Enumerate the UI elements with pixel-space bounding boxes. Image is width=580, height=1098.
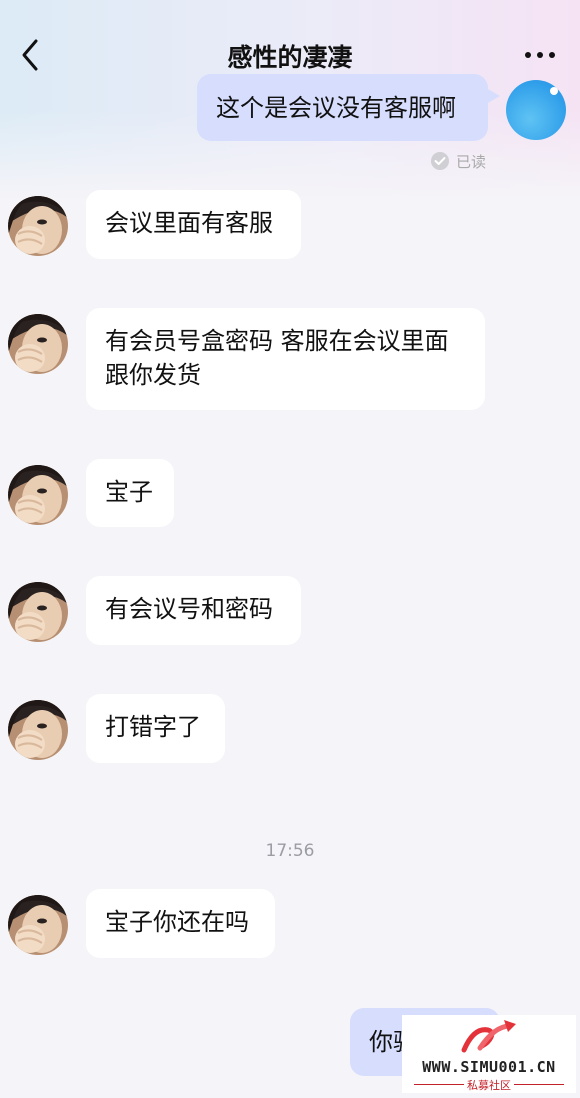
message-bubble-incoming[interactable]: 有会议号和密码	[86, 576, 301, 645]
more-icon[interactable]	[520, 40, 560, 70]
message-text: 宝子你还在吗	[105, 908, 249, 936]
message-bubble-incoming[interactable]: 有会员号盒密码 客服在会议里面 跟你发货	[86, 308, 485, 410]
avatar[interactable]	[8, 700, 68, 760]
message-text-line1: 有会员号盒密码 客服在会议里面	[105, 327, 449, 355]
message-bubble-incoming[interactable]: 打错字了	[86, 694, 225, 763]
chat-title: 感性的凄凄	[227, 43, 353, 72]
message-text: 打错字了	[105, 713, 201, 741]
message-text: 有会议号和密码	[105, 595, 273, 623]
message-bubble-incoming[interactable]: 宝子	[86, 459, 174, 527]
avatar[interactable]	[8, 314, 68, 374]
timestamp: 17:56	[265, 841, 315, 861]
watermark-text: WWW.SIMU001.CN	[422, 1058, 556, 1076]
check-circle-icon	[431, 152, 449, 170]
message-bubble-incoming[interactable]: 宝子你还在吗	[86, 889, 275, 958]
read-text: 已读	[456, 152, 487, 171]
message-text-line2: 跟你发货	[105, 361, 201, 389]
avatar[interactable]	[8, 196, 68, 256]
chat-header: 感性的凄凄	[0, 0, 580, 110]
avatar[interactable]	[8, 582, 68, 642]
avatar[interactable]	[8, 895, 68, 955]
watermark-subtitle: 私募社区	[467, 1079, 511, 1092]
simu-logo-icon	[461, 1020, 516, 1053]
avatar[interactable]	[8, 465, 68, 525]
message-bubble-incoming[interactable]: 会议里面有客服	[86, 190, 301, 259]
message-text: 会议里面有客服	[105, 209, 273, 237]
watermark: WWW.SIMU001.CN 私募社区	[402, 1015, 576, 1093]
read-receipt: 已读	[430, 150, 486, 172]
message-text: 宝子	[105, 478, 153, 506]
